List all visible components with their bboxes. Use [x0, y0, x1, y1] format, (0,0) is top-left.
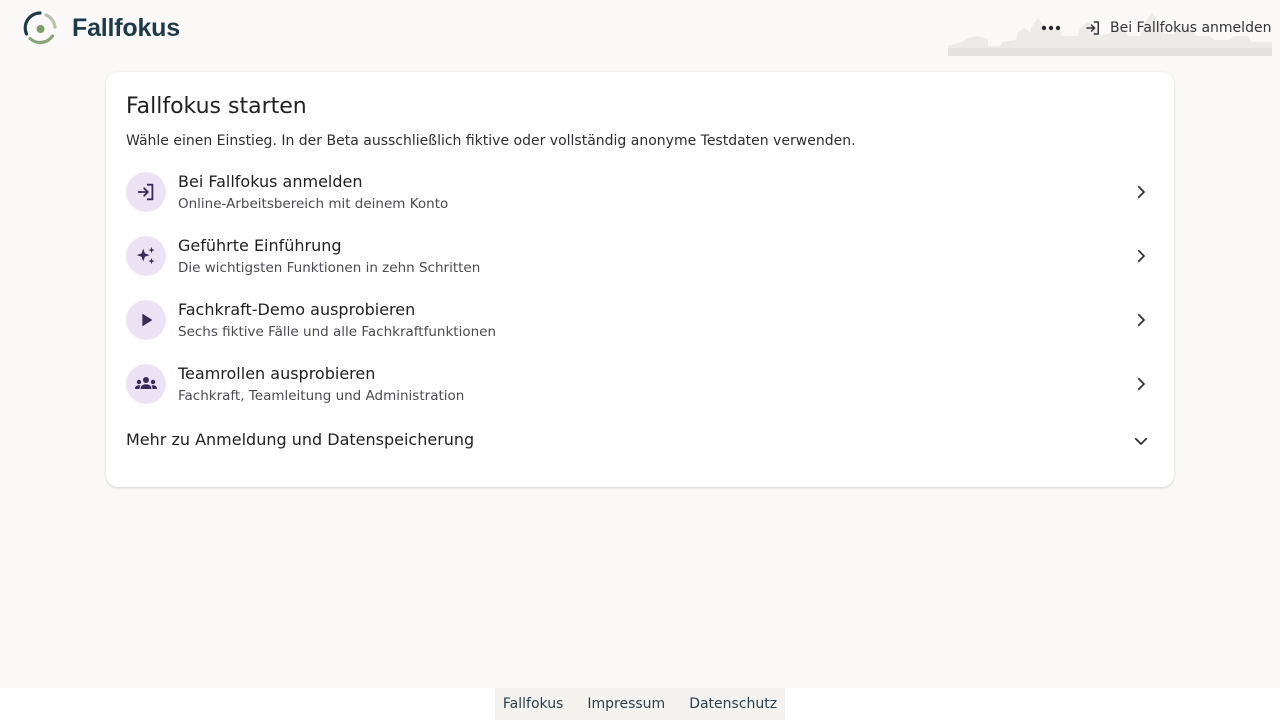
entry-title: Geführte Einführung: [178, 236, 342, 255]
entry-title: Teamrollen ausprobieren: [178, 364, 376, 383]
login-icon: [137, 183, 154, 201]
entry-demo[interactable]: Fachkraft-Demo ausprobieren Sechs fiktiv…: [106, 300, 1174, 364]
chevron-right-icon: [1137, 249, 1145, 263]
entry-icon-circle: [126, 300, 166, 340]
brand-name: Fallfokus: [72, 13, 180, 42]
entry-description: Online-Arbeitsbereich mit deinem Konto: [178, 196, 449, 212]
footer-link-datenschutz[interactable]: Datenschutz: [689, 696, 777, 712]
header-login-label: Bei Fallfokus anmelden: [1110, 20, 1272, 36]
header-login-button[interactable]: Bei Fallfokus anmelden: [1076, 12, 1279, 44]
chevron-down-icon: [1134, 437, 1148, 445]
entry-team-roles[interactable]: Teamrollen ausprobieren Fachkraft, Teaml…: [106, 364, 1174, 428]
entry-icon-circle: [126, 364, 166, 404]
fallfokus-logo-icon: [23, 11, 57, 44]
footer-link-impressum[interactable]: Impressum: [587, 696, 665, 712]
entry-description: Die wichtigsten Funktionen in zehn Schri…: [178, 260, 481, 276]
chevron-right-icon: [1137, 313, 1145, 327]
top-bar: Fallfokus Bei Fallfokus anmelden: [0, 0, 1280, 56]
entry-icon-circle: [126, 172, 166, 212]
footer: Fallfokus Impressum Datenschutz: [0, 688, 1280, 720]
card-subtitle: Wähle einen Einstieg. In der Beta aussch…: [126, 133, 856, 149]
more-options-button[interactable]: [1035, 14, 1067, 42]
entry-title: Fachkraft-Demo ausprobieren: [178, 300, 416, 319]
card-title: Fallfokus starten: [126, 94, 307, 119]
more-info-expander[interactable]: Mehr zu Anmeldung und Datenspeicherung: [106, 424, 1174, 458]
footer-link-fallfokus[interactable]: Fallfokus: [503, 696, 563, 712]
chevron-right-icon: [1137, 377, 1145, 391]
login-icon: [1086, 21, 1099, 35]
footer-links: Fallfokus Impressum Datenschutz: [495, 688, 785, 720]
sparkle-icon: [136, 246, 155, 265]
entry-description: Fachkraft, Teamleitung und Administratio…: [178, 388, 465, 404]
entry-title: Bei Fallfokus anmelden: [178, 172, 363, 191]
start-card: Fallfokus starten Wähle einen Einstieg. …: [106, 72, 1174, 487]
play-icon: [142, 313, 153, 327]
entry-login[interactable]: Bei Fallfokus anmelden Online-Arbeitsber…: [106, 172, 1174, 236]
entry-guided-tour[interactable]: Geführte Einführung Die wichtigsten Funk…: [106, 236, 1174, 300]
more-horizontal-icon: [1041, 25, 1061, 31]
chevron-right-icon: [1137, 185, 1145, 199]
brand[interactable]: Fallfokus: [22, 10, 180, 46]
group-icon: [135, 377, 157, 389]
entry-icon-circle: [126, 236, 166, 276]
entry-description: Sechs fiktive Fälle und alle Fachkraftfu…: [178, 324, 497, 340]
more-info-label: Mehr zu Anmeldung und Datenspeicherung: [126, 430, 475, 449]
